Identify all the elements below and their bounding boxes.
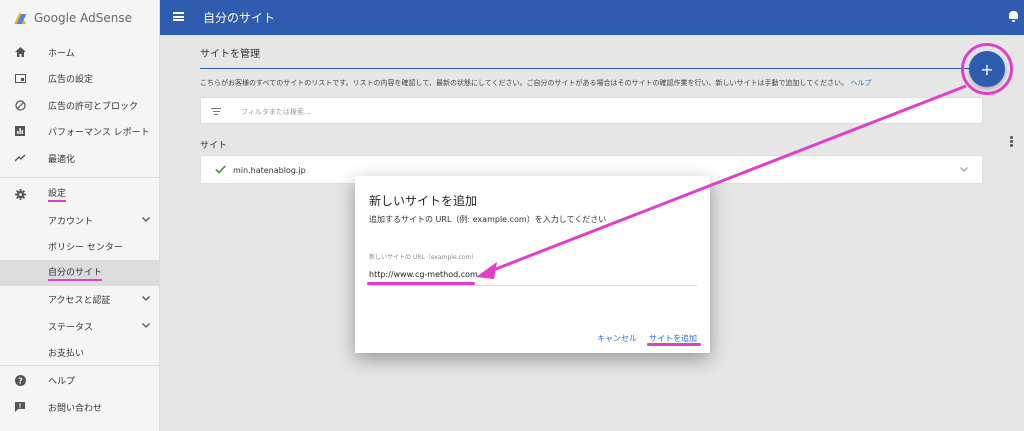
sidebar-item-label: ヘルプ bbox=[48, 376, 76, 387]
filter-placeholder: フィルタまたは検索... bbox=[241, 108, 311, 116]
app-logo[interactable]: Google AdSense bbox=[0, 0, 159, 35]
input-underline bbox=[369, 285, 697, 286]
sidebar-divider bbox=[0, 365, 160, 366]
top-app-bar: 自分のサイト bbox=[160, 0, 1024, 35]
sidebar-item-my-sites[interactable]: 自分のサイト bbox=[0, 260, 160, 286]
gear-icon bbox=[14, 188, 26, 200]
site-domain: min.hatenablog.jp bbox=[233, 166, 306, 175]
site-url-input[interactable]: http://www.cg-method.com bbox=[369, 270, 478, 279]
chevron-down-icon bbox=[142, 321, 150, 331]
adsense-logo-icon bbox=[14, 11, 28, 24]
sidebar-item-label: ポリシー センター bbox=[48, 242, 123, 253]
sidebar-item-label: パフォーマンス レポート bbox=[48, 127, 150, 138]
sidebar-item-label: 広告の設定 bbox=[48, 74, 94, 85]
sidebar-item-label: 最適化 bbox=[48, 154, 76, 165]
sidebar-item-label: アクセスと認証 bbox=[48, 295, 111, 306]
annotation-underline bbox=[647, 343, 701, 346]
sites-list-label: サイト bbox=[200, 141, 228, 151]
sidebar-item-payments[interactable]: お支払い bbox=[0, 339, 160, 365]
sidebar-item-label: 自分のサイト bbox=[48, 265, 103, 281]
feedback-icon bbox=[14, 401, 26, 413]
dialog-subtitle: 追加するサイトの URL（例: example.com）を入力してください bbox=[369, 215, 607, 224]
sidebar-item-label: 設定 bbox=[48, 186, 67, 202]
cancel-button[interactable]: キャンセル bbox=[597, 333, 637, 344]
sidebar-item-label: アカウント bbox=[48, 216, 94, 227]
help-link[interactable]: ヘルプ bbox=[850, 79, 871, 87]
sidebar-item-label: 広告の許可とブロック bbox=[48, 101, 139, 112]
sidebar-item-label: ステータス bbox=[48, 322, 94, 333]
annotation-underline bbox=[367, 282, 475, 285]
app-name: Google AdSense bbox=[34, 10, 132, 25]
help-icon: ? bbox=[14, 374, 26, 386]
svg-text:?: ? bbox=[18, 376, 23, 385]
chevron-down-icon bbox=[142, 294, 150, 304]
checkmark-icon bbox=[215, 164, 226, 177]
page-title: 自分のサイト bbox=[203, 11, 276, 25]
sidebar-item-label: お問い合わせ bbox=[48, 403, 103, 414]
add-site-dialog: 新しいサイトを追加 追加するサイトの URL（例: example.com）を入… bbox=[355, 176, 710, 353]
chevron-down-icon bbox=[142, 215, 150, 225]
block-icon bbox=[14, 99, 26, 111]
sidebar-divider bbox=[0, 177, 160, 178]
sidebar-item-allow-block[interactable]: 広告の許可とブロック bbox=[0, 92, 160, 118]
sidebar-item-access-auth[interactable]: アクセスと認証 bbox=[0, 286, 160, 312]
sidebar-item-policy-center[interactable]: ポリシー センター bbox=[0, 233, 160, 259]
more-options-icon[interactable] bbox=[1010, 136, 1013, 148]
sidebar-item-status[interactable]: ステータス bbox=[0, 313, 160, 339]
sidebar-item-optimization[interactable]: 最適化 bbox=[0, 145, 160, 171]
notifications-bell-icon[interactable] bbox=[1009, 11, 1018, 22]
sidebar-item-settings[interactable]: 設定 bbox=[0, 181, 160, 207]
sidebar-item-label: ホーム bbox=[48, 48, 75, 59]
section-divider bbox=[200, 68, 970, 69]
sidebar-item-account[interactable]: アカウント bbox=[0, 207, 160, 233]
sidebar-item-help[interactable]: ? ヘルプ bbox=[0, 367, 160, 393]
description-text: こちらがお客様のすべてのサイトのリストです。リストの内容を確認して、最新の状態に… bbox=[200, 79, 849, 87]
filter-icon bbox=[211, 108, 221, 117]
sidebar-item-home[interactable]: ホーム bbox=[0, 39, 160, 65]
site-url-field-label: 新しいサイトの URL（example.com） bbox=[369, 254, 478, 261]
chevron-down-icon[interactable] bbox=[960, 165, 968, 174]
ad-settings-icon bbox=[14, 72, 26, 84]
filter-search-box[interactable]: フィルタまたは検索... bbox=[200, 97, 983, 124]
trending-icon bbox=[14, 152, 26, 164]
section-title: サイトを管理 bbox=[200, 49, 260, 60]
sidebar: Google AdSense ホーム 広告の設定 広告の許可とブロック パフォー… bbox=[0, 0, 160, 431]
add-site-fab-button[interactable]: + bbox=[969, 51, 1005, 87]
plus-icon: + bbox=[980, 59, 994, 79]
sites-description: こちらがお客様のすべてのサイトのリストです。リストの内容を確認して、最新の状態に… bbox=[200, 78, 871, 88]
home-icon bbox=[14, 46, 26, 58]
bar-chart-icon bbox=[14, 125, 26, 137]
dialog-title: 新しいサイトを追加 bbox=[369, 194, 478, 208]
sidebar-item-contact[interactable]: お問い合わせ bbox=[0, 394, 160, 420]
sidebar-item-ad-settings[interactable]: 広告の設定 bbox=[0, 65, 160, 91]
sidebar-item-label: お支払い bbox=[48, 348, 85, 359]
sidebar-item-performance-reports[interactable]: パフォーマンス レポート bbox=[0, 118, 160, 144]
menu-icon[interactable] bbox=[173, 12, 184, 21]
